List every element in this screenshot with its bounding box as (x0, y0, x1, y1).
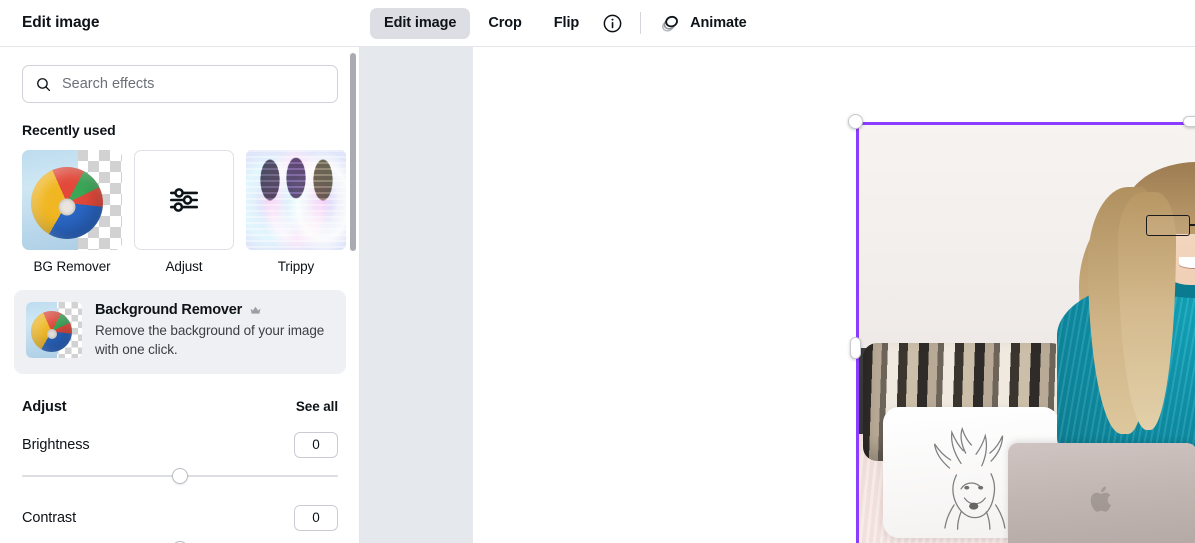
contrast-slider-row: Contrast 0 (22, 504, 338, 543)
recently-used-grid: BG Remover Adjust Trippy (22, 150, 346, 274)
adjust-heading: Adjust (22, 398, 67, 415)
info-icon[interactable] (597, 8, 627, 38)
trippy-thumbnail (246, 150, 346, 250)
image-selection[interactable] (848, 114, 1195, 543)
panel-header: Edit image (0, 0, 360, 46)
recent-item-label: Trippy (277, 259, 315, 274)
recent-item-bg-remover[interactable]: BG Remover (22, 150, 122, 274)
canvas-area[interactable] (360, 47, 1195, 543)
bg-remover-thumbnail (22, 150, 122, 250)
editor-body: Recently used BG Remover (0, 46, 1195, 543)
page-title: Edit image (22, 14, 100, 31)
resize-handle-middle-left[interactable] (850, 337, 861, 359)
background-remover-title: Background Remover (95, 302, 243, 318)
selection-border (856, 122, 1195, 543)
editor-toolbar: Edit image Crop Flip Animate (360, 0, 1195, 46)
animate-button[interactable]: Animate (654, 8, 757, 39)
search-effects-box[interactable] (22, 65, 338, 103)
tab-crop[interactable]: Crop (474, 8, 535, 39)
toolbar-divider (640, 12, 642, 34)
sliders-icon (167, 183, 201, 217)
sidebar-scrollbar-thumb[interactable] (350, 53, 356, 251)
animate-icon (658, 11, 682, 35)
search-icon (35, 76, 52, 93)
search-section (22, 47, 338, 103)
recent-item-trippy[interactable]: Trippy (246, 150, 346, 274)
background-remover-card[interactable]: Background Remover Remove the background… (14, 290, 346, 374)
contrast-value[interactable]: 0 (294, 504, 338, 531)
contrast-slider[interactable] (22, 537, 338, 543)
recent-item-label: Adjust (165, 259, 203, 274)
adjust-thumbnail (134, 150, 234, 250)
brightness-slider[interactable] (22, 464, 338, 488)
recently-used-heading: Recently used (22, 122, 116, 138)
resize-handle-top-center[interactable] (1183, 116, 1195, 127)
recent-item-adjust[interactable]: Adjust (134, 150, 234, 274)
sidebar-scrollbar[interactable] (350, 47, 356, 543)
brightness-value[interactable]: 0 (294, 431, 338, 458)
search-input[interactable] (62, 66, 325, 102)
brightness-slider-row: Brightness 0 (22, 431, 338, 488)
top-bar: Edit image Edit image Crop Flip Animate (0, 0, 1195, 46)
effects-sidebar: Recently used BG Remover (0, 47, 360, 543)
brightness-knob[interactable] (172, 467, 188, 484)
crown-icon (249, 304, 262, 317)
animate-label: Animate (690, 15, 747, 31)
background-remover-thumbnail (26, 302, 82, 358)
contrast-label: Contrast (22, 509, 76, 526)
resize-handle-top-left[interactable] (848, 114, 863, 129)
image-editor-app: Edit image Edit image Crop Flip Animate … (0, 0, 1195, 543)
tab-flip[interactable]: Flip (540, 8, 593, 39)
background-remover-description: Remove the background of your image with… (95, 323, 325, 358)
recent-item-label: BG Remover (33, 259, 111, 274)
adjust-section-header: Adjust See all (22, 399, 338, 415)
see-all-link[interactable]: See all (296, 399, 338, 414)
brightness-label: Brightness (22, 436, 90, 453)
tab-edit-image[interactable]: Edit image (370, 7, 471, 39)
